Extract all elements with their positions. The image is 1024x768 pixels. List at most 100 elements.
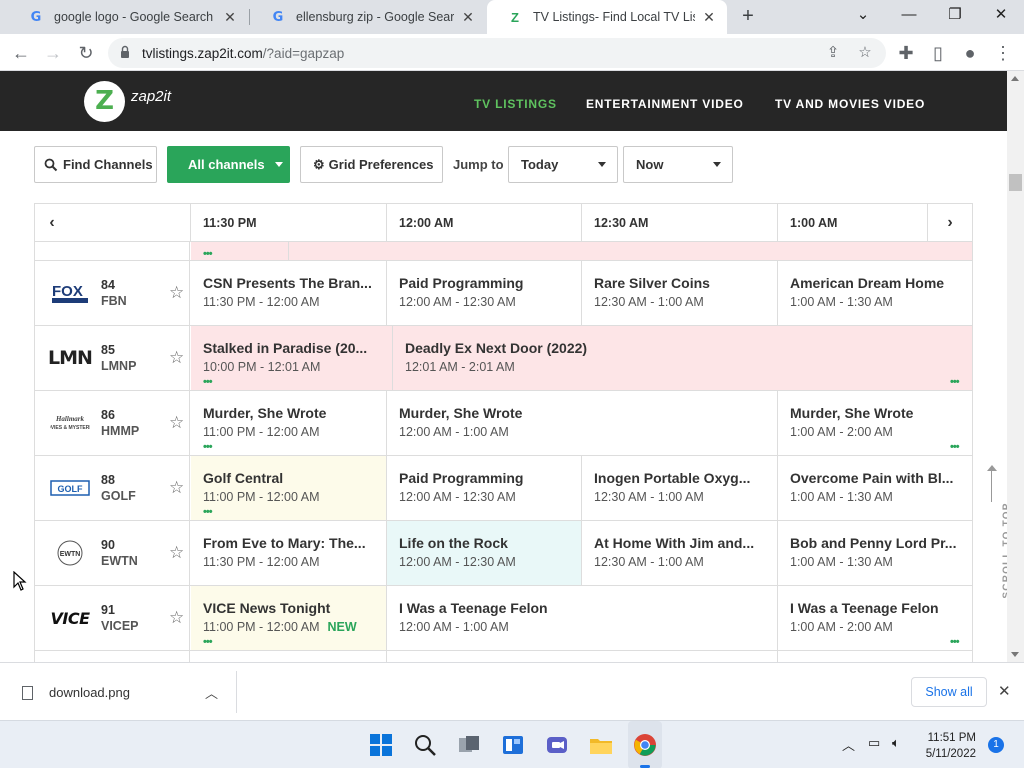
- scroll-up-arrow-icon[interactable]: [1011, 76, 1019, 81]
- day-select[interactable]: Today: [508, 146, 618, 183]
- windows-start-icon[interactable]: [369, 733, 393, 757]
- program-time: 1:00 AM - 2:00 AM: [790, 425, 893, 439]
- favorite-star-icon[interactable]: ☆: [169, 478, 184, 498]
- program-cell[interactable]: •••: [191, 242, 289, 260]
- table-row: Hallmark MOVIES & MYSTERIES 86 HMMP ☆ Mu…: [35, 391, 972, 456]
- clock[interactable]: 11:51 PM 5/11/2022: [918, 730, 976, 762]
- restore-button[interactable]: ❐: [932, 0, 978, 34]
- address-bar[interactable]: tvlistings.zap2it.com/?aid=gapzap ⇪ ☆: [108, 38, 886, 68]
- teams-chat-icon[interactable]: [545, 733, 569, 757]
- program-cell[interactable]: Stalked in Paradise (20... 10:00 PM - 12…: [191, 326, 393, 390]
- task-view-icon[interactable]: [457, 733, 481, 757]
- close-icon[interactable]: ✕: [701, 9, 717, 26]
- side-panel-icon[interactable]: ▯: [925, 40, 951, 66]
- favorite-star-icon[interactable]: ☆: [169, 283, 184, 303]
- program-cell[interactable]: Paid Programming 12:00 AM - 12:30 AM: [387, 456, 582, 520]
- zap2it-logo[interactable]: Z: [84, 81, 125, 122]
- tab-ellensburg-zip[interactable]: G ellensburg zip - Google Search ✕: [250, 0, 486, 34]
- svg-text:Hallmark: Hallmark: [55, 415, 85, 423]
- program-cell[interactable]: Deadly Ex Next Door (2022) 12:01 AM - 2:…: [393, 326, 972, 390]
- scroll-down-arrow-icon[interactable]: [1011, 652, 1019, 657]
- program-cell[interactable]: Murder, She Wrote 12:00 AM - 1:00 AM: [387, 391, 778, 455]
- download-item[interactable]: download.png: [22, 685, 130, 700]
- program-cell[interactable]: VICE News Tonight 11:00 PM - 12:00 AM NEW…: [191, 586, 387, 650]
- channel-callsign: LMNP: [101, 359, 137, 373]
- channel-cell[interactable]: LMN 85 LMNP ☆: [35, 326, 190, 390]
- tab-tv-listings[interactable]: Z TV Listings- Find Local TV Listings ✕: [487, 0, 727, 34]
- menu-icon[interactable]: ⋮: [990, 40, 1016, 66]
- chrome-icon[interactable]: [633, 733, 657, 757]
- favorite-star-icon[interactable]: ☆: [169, 543, 184, 563]
- program-title: Bob and Penny Lord Pr...: [790, 535, 957, 551]
- program-cell[interactable]: [191, 651, 387, 662]
- tab-search-icon[interactable]: ⌄: [840, 0, 886, 34]
- program-cell[interactable]: Paid Programming 12:00 AM - 12:30 AM: [387, 261, 582, 325]
- table-row: EWTN 90 EWTN ☆ From Eve to Mary: The... …: [35, 521, 972, 586]
- forward-button[interactable]: →: [40, 40, 66, 66]
- favorite-star-icon[interactable]: ☆: [169, 608, 184, 628]
- program-cell[interactable]: From Eve to Mary: The... 11:30 PM - 12:0…: [191, 521, 387, 585]
- previous-time-button[interactable]: ‹: [35, 204, 69, 241]
- find-channels-button[interactable]: Find Channels: [34, 146, 157, 183]
- channel-cell[interactable]: Hallmark MOVIES & MYSTERIES 86 HMMP ☆: [35, 391, 190, 455]
- new-tab-button[interactable]: +: [736, 5, 760, 29]
- program-cell[interactable]: Rare Silver Coins 12:30 AM - 1:00 AM: [582, 261, 778, 325]
- all-channels-dropdown[interactable]: All channels: [167, 146, 290, 183]
- program-title: Stalked in Paradise (20...: [203, 340, 368, 356]
- program-cell[interactable]: CSN Presents The Bran... 11:30 PM - 12:0…: [191, 261, 387, 325]
- program-cell[interactable]: [778, 651, 972, 662]
- grid-preferences-button[interactable]: ⚙ Grid Preferences: [300, 146, 443, 183]
- search-icon[interactable]: [413, 733, 437, 757]
- program-cell[interactable]: Life on the Rock 12:00 AM - 12:30 AM: [387, 521, 582, 585]
- notification-badge[interactable]: 1: [988, 737, 1004, 753]
- next-time-button[interactable]: ›: [927, 204, 972, 241]
- channel-cell[interactable]: EWTN 90 EWTN ☆: [35, 521, 190, 585]
- program-cell[interactable]: [387, 651, 778, 662]
- program-cell[interactable]: I Was a Teenage Felon 1:00 AM - 2:00 AM …: [778, 586, 972, 650]
- channel-cell[interactable]: GOLF 88 GOLF ☆: [35, 456, 190, 520]
- tab-google-logo[interactable]: G google logo - Google Search ✕: [8, 0, 248, 34]
- program-cell[interactable]: Murder, She Wrote 1:00 AM - 2:00 AM •••: [778, 391, 972, 455]
- extensions-icon[interactable]: ✚: [893, 40, 919, 66]
- nav-tv-and-movies-video[interactable]: TV AND MOVIES VIDEO: [775, 97, 925, 111]
- zap2it-logo-text[interactable]: zap2it: [131, 88, 171, 105]
- channel-number: 90: [101, 538, 115, 552]
- close-icon[interactable]: ✕: [460, 9, 476, 26]
- program-cell[interactable]: American Dream Home 1:00 AM - 1:30 AM: [778, 261, 972, 325]
- page-scrollbar[interactable]: [1007, 71, 1024, 662]
- channel-cell[interactable]: VICE 91 VICEP ☆: [35, 586, 190, 650]
- nav-entertainment-video[interactable]: ENTERTAINMENT VIDEO: [586, 97, 744, 111]
- time-select[interactable]: Now: [623, 146, 733, 183]
- reload-button[interactable]: ↻: [73, 40, 99, 66]
- back-button[interactable]: ←: [8, 40, 34, 66]
- close-icon[interactable]: ✕: [222, 9, 238, 26]
- close-window-button[interactable]: ✕: [978, 0, 1024, 34]
- scrollbar-thumb[interactable]: [1009, 174, 1022, 191]
- program-cell[interactable]: Bob and Penny Lord Pr... 1:00 AM - 1:30 …: [778, 521, 972, 585]
- widgets-icon[interactable]: [501, 733, 525, 757]
- program-cell[interactable]: At Home With Jim and... 12:30 AM - 1:00 …: [582, 521, 778, 585]
- scroll-to-top-button[interactable]: SCROLL TO TOP: [983, 465, 1013, 600]
- network-icon[interactable]: ▭: [868, 735, 880, 751]
- close-icon[interactable]: ✕: [998, 682, 1011, 700]
- program-cell[interactable]: Overcome Pain with Bl... 1:00 AM - 1:30 …: [778, 456, 972, 520]
- show-all-button[interactable]: Show all: [911, 677, 987, 707]
- program-cell[interactable]: I Was a Teenage Felon 12:00 AM - 1:00 AM: [387, 586, 778, 650]
- program-cell[interactable]: Inogen Portable Oxyg... 12:30 AM - 1:00 …: [582, 456, 778, 520]
- minimize-button[interactable]: —: [886, 0, 932, 34]
- favorite-star-icon[interactable]: ☆: [169, 413, 184, 433]
- channel-cell[interactable]: FOX 84 FBN ☆: [35, 261, 190, 325]
- profile-icon[interactable]: ●: [957, 40, 983, 66]
- share-icon[interactable]: ⇪: [824, 45, 842, 61]
- bookmark-star-icon[interactable]: ☆: [856, 45, 874, 61]
- nav-tv-listings[interactable]: TV LISTINGS: [474, 97, 557, 111]
- file-explorer-icon[interactable]: [589, 733, 613, 757]
- program-cell[interactable]: Murder, She Wrote 11:00 PM - 12:00 AM ••…: [191, 391, 387, 455]
- chevron-up-icon[interactable]: ︿: [205, 683, 218, 702]
- program-cell[interactable]: Golf Central 11:00 PM - 12:00 AM •••: [191, 456, 387, 520]
- favorite-star-icon[interactable]: ☆: [169, 348, 184, 368]
- program-cell[interactable]: [289, 242, 972, 260]
- chevron-up-icon[interactable]: ︿: [842, 735, 855, 754]
- volume-icon[interactable]: 🔈︎: [892, 735, 900, 751]
- program-time: 12:00 AM - 1:00 AM: [399, 425, 509, 439]
